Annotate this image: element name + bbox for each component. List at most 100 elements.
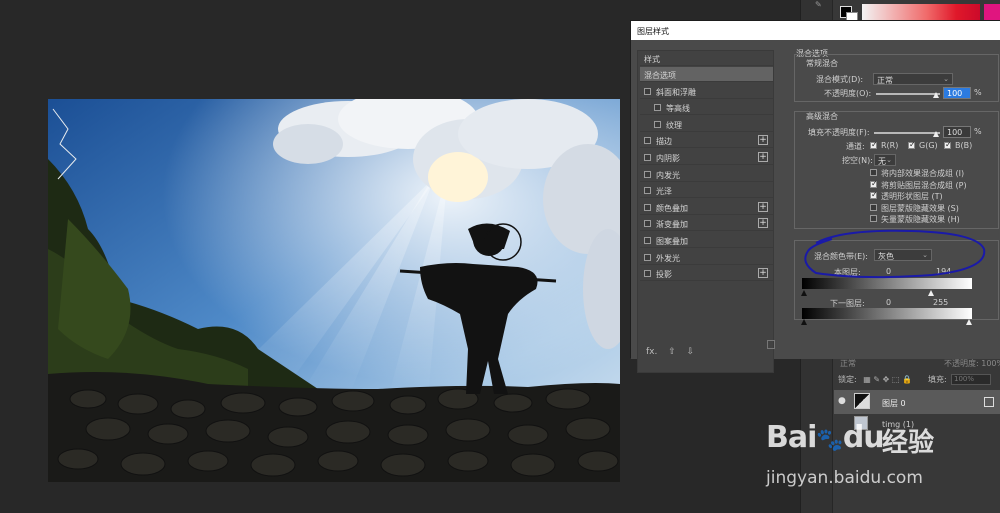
layer-opacity[interactable]: 不透明度: 100% <box>944 358 1000 369</box>
blending-options: 混合选项 常规混合 混合模式(D): 正常 ⌄ 不透明度(O): 100 % 高级… <box>794 48 1000 359</box>
paw-icon: 🐾 <box>816 428 843 453</box>
visibility-eye-icon[interactable]: ● <box>838 396 846 406</box>
this-layer-white-slider[interactable] <box>928 290 935 296</box>
add-effect-icon[interactable]: + <box>758 268 768 279</box>
opacity-input[interactable]: 100 <box>943 87 971 99</box>
fill-opacity-label: 填充不透明度(F): <box>808 128 870 137</box>
fill-opacity-slider[interactable] <box>874 132 940 134</box>
channel-r-label: R(R) <box>881 141 899 150</box>
watermark-brand: Bai🐾du <box>766 420 885 455</box>
style-item-label: 内发光 <box>656 170 680 180</box>
style-item-label: 描边 <box>656 137 672 147</box>
style-item[interactable]: 颜色叠加 + <box>640 200 773 215</box>
advanced-option-checkbox[interactable] <box>870 179 878 188</box>
style-checkbox[interactable] <box>644 137 651 145</box>
style-item-label: 光泽 <box>656 187 672 197</box>
style-checkbox[interactable] <box>654 120 661 128</box>
fill-opacity-input[interactable]: 100 <box>943 126 971 138</box>
style-checkbox[interactable] <box>644 237 651 244</box>
channel-g-checkbox[interactable] <box>908 140 916 149</box>
fill-label: 填充: <box>928 375 947 384</box>
style-item[interactable]: 渐变叠加 + <box>640 216 773 232</box>
chevron-down-icon: ⌄ <box>886 156 892 164</box>
add-effect-icon[interactable]: + <box>758 218 768 229</box>
advanced-option-checkbox[interactable] <box>870 203 877 211</box>
dialog-title[interactable]: 图层样式 <box>631 21 1000 40</box>
style-checkbox[interactable] <box>644 87 651 95</box>
underlying-black-slider[interactable] <box>801 319 807 325</box>
canvas-image[interactable] <box>48 99 620 482</box>
advanced-option-label: 图层蒙版隐藏效果 (S) <box>881 203 959 213</box>
add-effect-icon[interactable]: + <box>758 201 768 212</box>
style-checkbox[interactable] <box>644 270 651 278</box>
style-checkbox[interactable] <box>644 253 651 261</box>
style-item-label: 斜面和浮雕 <box>656 87 696 97</box>
style-checkbox[interactable] <box>644 154 651 161</box>
move-down-icon[interactable]: ⇩ <box>687 347 695 357</box>
blend-mode-value: 正常 <box>877 76 893 85</box>
knockout-select[interactable]: 无 ⌄ <box>874 154 896 166</box>
style-checkbox[interactable] <box>644 170 651 178</box>
style-item[interactable]: 光泽 <box>640 183 773 199</box>
move-up-icon[interactable]: ⇧ <box>668 347 676 357</box>
layer-row-selected[interactable]: ● 图层 0 <box>834 390 1000 414</box>
style-checkbox[interactable] <box>644 203 651 211</box>
channel-r-checkbox[interactable] <box>870 140 878 149</box>
style-checkbox[interactable] <box>644 220 651 228</box>
underlying-layer-ramp[interactable] <box>802 308 972 319</box>
blend-mode-select[interactable]: 正常 ⌄ <box>873 73 953 85</box>
advanced-option-label: 透明形状图层 (T) <box>881 192 943 201</box>
style-item[interactable]: 投影 + <box>640 266 773 282</box>
delete-icon[interactable] <box>767 340 775 349</box>
fill-input[interactable]: 100% <box>951 374 991 385</box>
advanced-option-checkbox[interactable] <box>870 169 877 176</box>
underlying-layer-min: 0 <box>886 298 892 307</box>
style-item[interactable]: 内阴影 + <box>640 150 773 165</box>
advanced-option-label: 矢量蒙版隐藏效果 (H) <box>881 215 960 224</box>
advanced-option-label: 将内部效果混合成组 (I) <box>881 169 965 178</box>
channel-b-checkbox[interactable] <box>944 140 952 149</box>
fill-opacity-knob[interactable] <box>933 131 939 137</box>
style-checkbox[interactable] <box>654 104 661 112</box>
baidu-watermark: Bai🐾du 经验 jingyan.baidu.com <box>760 420 1000 513</box>
annotation-circle <box>804 229 986 279</box>
chevron-down-icon: ⌄ <box>943 75 949 83</box>
style-item[interactable]: 描边 + <box>640 133 773 149</box>
style-item[interactable]: 斜面和浮雕 <box>640 84 773 99</box>
watermark-brand-text: Bai <box>766 420 817 455</box>
style-item-label: 外发光 <box>656 253 680 263</box>
style-item[interactable]: 外发光 <box>640 250 773 265</box>
style-item[interactable]: 内发光 <box>640 167 773 182</box>
opacity-label: 不透明度(O): <box>824 89 872 98</box>
add-effect-icon[interactable]: + <box>758 152 768 162</box>
lock-label: 锁定: <box>838 375 857 384</box>
style-item[interactable]: 纹理 <box>640 117 773 132</box>
fx-icon[interactable]: fx. <box>646 347 657 357</box>
style-item[interactable]: 图案叠加 <box>640 233 773 248</box>
style-checkbox[interactable] <box>644 187 651 195</box>
watermark-cn: 经验 <box>882 428 935 458</box>
lock-icons[interactable]: ▦ ✎ ✥ ⬚ 🔒 <box>863 375 912 384</box>
style-item-label: 纹理 <box>666 120 682 130</box>
channel-b-label: B(B) <box>955 141 973 150</box>
style-item[interactable]: 等高线 <box>640 100 773 116</box>
underlying-white-slider[interactable] <box>966 319 972 325</box>
underlying-layer-max: 255 <box>933 298 949 307</box>
list-footer: fx. ⇧ ⇩ <box>646 347 702 357</box>
this-layer-black-slider[interactable] <box>801 290 807 296</box>
advanced-option-checkbox[interactable] <box>870 190 878 199</box>
style-item[interactable]: 混合选项 <box>640 67 773 82</box>
styles-header[interactable]: 样式 <box>640 51 773 66</box>
layer-name[interactable]: 图层 0 <box>882 398 906 409</box>
style-item-label: 内阴影 <box>656 154 680 163</box>
opacity-slider-knob[interactable] <box>933 92 939 98</box>
opacity-percent: % <box>974 88 982 97</box>
opacity-slider[interactable] <box>876 93 940 95</box>
knockout-value: 无 <box>878 157 886 166</box>
add-effect-icon[interactable]: + <box>758 135 768 146</box>
brush-tool-icon[interactable]: ✎ <box>815 0 829 9</box>
advanced-option-checkbox[interactable] <box>870 215 877 222</box>
channels-label: 通道: <box>846 142 865 151</box>
dialog-body: 样式 混合选项斜面和浮雕等高线纹理描边 + 内阴影 + 内发光光泽颜色叠加 + 渐变叠加 + 图… <box>631 40 1000 373</box>
style-item-label: 图案叠加 <box>656 237 688 246</box>
